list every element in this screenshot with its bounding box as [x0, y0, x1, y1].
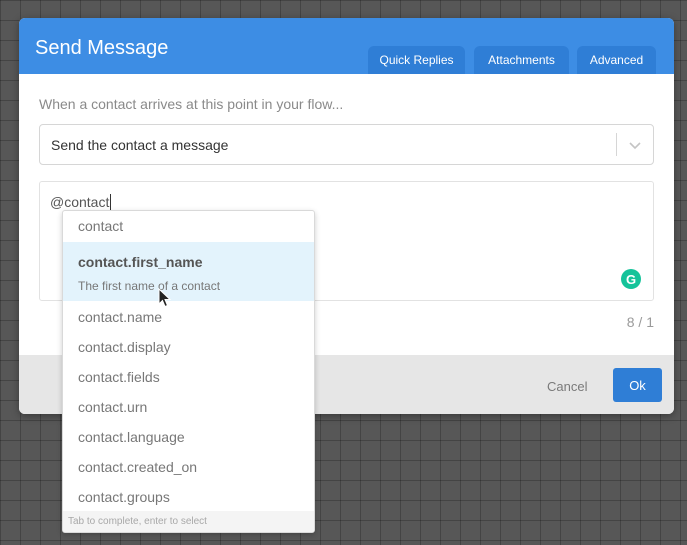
autocomplete-option[interactable]: contact.urn	[63, 392, 314, 422]
tab-attachments[interactable]: Attachments	[474, 46, 569, 74]
chevron-down-icon[interactable]	[625, 135, 645, 155]
autocomplete-option[interactable]: contact.name	[63, 302, 314, 332]
autocomplete-option[interactable]: contact	[63, 211, 314, 241]
autocomplete-option-selected[interactable]: contact.first_name The first name of a c…	[63, 242, 314, 301]
text-caret	[110, 194, 112, 210]
modal-title: Send Message	[35, 37, 169, 59]
autocomplete-option[interactable]: contact.language	[63, 422, 314, 452]
tab-advanced[interactable]: Advanced	[577, 46, 656, 74]
autocomplete-dropdown: contact contact.first_name The first nam…	[62, 210, 315, 533]
option-description: The first name of a contact	[78, 279, 221, 293]
autocomplete-option[interactable]: contact.created_on	[63, 452, 314, 482]
select-divider	[616, 133, 617, 156]
action-select-value: Send the contact a message	[51, 137, 229, 153]
autocomplete-option[interactable]: contact.display	[63, 332, 314, 362]
autocomplete-option[interactable]: contact.groups	[63, 482, 314, 512]
ok-button[interactable]: Ok	[613, 368, 662, 402]
character-counter: 8 / 1	[626, 314, 654, 330]
action-select[interactable]: Send the contact a message	[39, 124, 654, 165]
flow-prompt-text: When a contact arrives at this point in …	[39, 96, 344, 112]
grammarly-icon[interactable]: G	[621, 269, 641, 289]
tab-quick-replies[interactable]: Quick Replies	[368, 46, 465, 74]
modal-header: Send Message Quick Replies Attachments A…	[19, 18, 674, 74]
autocomplete-option[interactable]: contact.fields	[63, 362, 314, 392]
message-text: @contact	[50, 194, 112, 210]
cancel-button[interactable]: Cancel	[547, 379, 587, 394]
mouse-cursor-icon	[158, 288, 172, 308]
option-name: contact.first_name	[78, 254, 203, 270]
autocomplete-hint: Tab to complete, enter to select	[63, 511, 314, 532]
